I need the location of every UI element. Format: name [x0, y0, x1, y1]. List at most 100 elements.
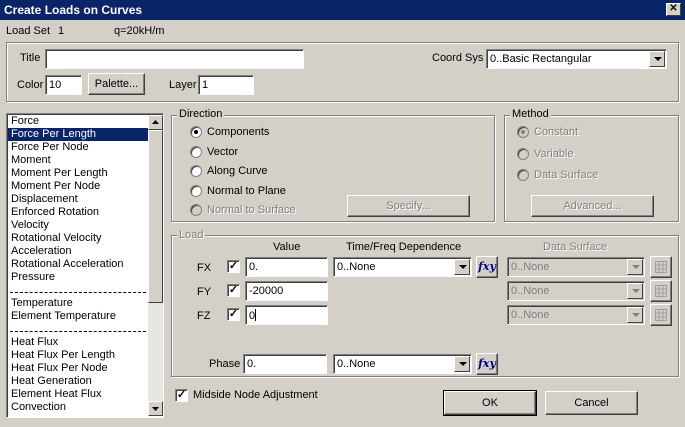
scroll-up-button[interactable]: [148, 115, 163, 130]
list-item[interactable]: Acceleration: [8, 245, 148, 258]
scroll-down-button[interactable]: [148, 401, 163, 416]
fx-checkbox[interactable]: ✓: [227, 260, 240, 273]
specify-button[interactable]: Specify...: [347, 195, 470, 217]
list-item[interactable]: Force: [8, 115, 148, 128]
list-item[interactable]: Element Temperature: [8, 310, 148, 323]
fx-function-button[interactable]: fxy: [476, 256, 498, 278]
list-item[interactable]: Force Per Node: [8, 141, 148, 154]
phase-time-value: 0..None: [337, 358, 376, 370]
list-item[interactable]: Enforced Rotation: [8, 206, 148, 219]
phase-label: Phase: [209, 358, 241, 370]
chevron-down-icon: [649, 51, 665, 67]
method-radio-2[interactable]: [517, 169, 529, 181]
direction-option-label: Vector: [207, 146, 239, 158]
list-item[interactable]: Element Heat Flux: [8, 388, 148, 401]
fz-label: FZ: [197, 310, 211, 322]
list-item[interactable]: Heat Flux: [8, 336, 148, 349]
method-option-label: Constant: [534, 126, 579, 138]
direction-option-label: Along Curve: [207, 165, 268, 177]
direction-radio-3[interactable]: [190, 185, 202, 197]
list-item[interactable]: Moment Per Node: [8, 180, 148, 193]
list-separator: [10, 323, 146, 332]
checkmark-icon: ✓: [228, 284, 239, 296]
fz-surface-value: 0..None: [511, 309, 550, 321]
fz-surface-table-button[interactable]: [650, 304, 672, 326]
close-icon: ✕: [669, 3, 678, 14]
list-item[interactable]: Heat Generation: [8, 375, 148, 388]
fy-surface-value: 0..None: [511, 285, 550, 297]
method-option-label: Data Surface: [534, 169, 599, 181]
fx-label: FX: [197, 262, 212, 274]
advanced-button[interactable]: Advanced...: [531, 195, 654, 217]
load-set-label: Load Set: [6, 25, 51, 37]
ok-button[interactable]: OK: [444, 391, 536, 415]
coord-sys-select[interactable]: 0..Basic Rectangular: [486, 49, 667, 69]
load-set-description: q=20kH/m: [114, 25, 165, 37]
col-header-data-surface: Data Surface: [543, 241, 608, 253]
coord-sys-value: 0..Basic Rectangular: [490, 53, 592, 65]
fx-time-value: 0..None: [337, 261, 376, 273]
phase-time-select[interactable]: 0..None: [333, 354, 472, 374]
title-bar: Create Loads on Curves: [0, 0, 685, 20]
method-radio-0[interactable]: [517, 126, 529, 138]
close-button[interactable]: ✕: [666, 3, 681, 16]
fx-surface-select[interactable]: 0..None: [507, 257, 645, 277]
list-item[interactable]: Displacement: [8, 193, 148, 206]
midside-label: Midside Node Adjustment: [193, 389, 318, 401]
palette-button[interactable]: Palette...: [88, 73, 145, 95]
color-label: Color: [17, 79, 44, 91]
method-group-label: Method: [510, 108, 551, 120]
fy-value-input[interactable]: -20000: [245, 281, 328, 301]
list-scrollbar[interactable]: [148, 115, 163, 416]
fy-surface-select[interactable]: 0..None: [507, 281, 645, 301]
phase-value-input[interactable]: 0.: [243, 354, 327, 374]
list-item[interactable]: Moment Per Length: [8, 167, 148, 180]
fy-surface-table-button[interactable]: [650, 280, 672, 302]
chevron-down-icon: [627, 259, 643, 275]
layer-label: Layer: [169, 79, 197, 91]
layer-input[interactable]: 1: [198, 75, 254, 95]
load-group-label: Load: [177, 229, 206, 241]
direction-radio-0[interactable]: [190, 126, 202, 138]
list-item[interactable]: Heat Flux Per Length: [8, 349, 148, 362]
direction-option-label: Components: [207, 126, 270, 138]
window-title: Create Loads on Curves: [4, 3, 143, 17]
scroll-thumb[interactable]: [148, 130, 163, 303]
color-input[interactable]: 10: [45, 75, 82, 95]
list-item[interactable]: Rotational Acceleration: [8, 258, 148, 271]
col-header-value: Value: [273, 241, 301, 253]
chevron-down-icon: [627, 283, 643, 299]
list-item[interactable]: Heat Flux Per Node: [8, 362, 148, 375]
direction-radio-4[interactable]: [190, 204, 202, 216]
fy-label: FY: [197, 286, 212, 298]
cancel-button[interactable]: Cancel: [545, 391, 638, 415]
arrow-down-icon: [152, 407, 159, 411]
table-icon: [655, 261, 667, 273]
list-item[interactable]: Temperature: [8, 297, 148, 310]
fz-value-input[interactable]: 0: [245, 305, 328, 325]
list-item[interactable]: Moment: [8, 154, 148, 167]
method-radio-1[interactable]: [517, 148, 529, 160]
fx-surface-table-button[interactable]: [650, 256, 672, 278]
fz-checkbox[interactable]: ✓: [227, 308, 240, 321]
list-item[interactable]: Velocity: [8, 219, 148, 232]
direction-radio-2[interactable]: [190, 165, 202, 177]
table-icon: [655, 285, 667, 297]
list-item[interactable]: Pressure: [8, 271, 148, 284]
list-item[interactable]: Force Per Length: [8, 128, 148, 141]
list-item[interactable]: Rotational Velocity: [8, 232, 148, 245]
title-input[interactable]: [45, 49, 304, 69]
method-option-label: Variable: [534, 148, 574, 160]
list-item[interactable]: Convection: [8, 401, 148, 414]
fx-time-select[interactable]: 0..None: [333, 257, 472, 277]
fx-value-input[interactable]: 0.: [245, 257, 328, 277]
fy-checkbox[interactable]: ✓: [227, 284, 240, 297]
table-icon: [655, 309, 667, 321]
fz-surface-select[interactable]: 0..None: [507, 305, 645, 325]
direction-radio-1[interactable]: [190, 146, 202, 158]
phase-function-button[interactable]: fxy: [476, 353, 498, 375]
title-label: Title: [20, 52, 41, 64]
load-type-list[interactable]: Force Force Per Length Force Per Node Momen…: [6, 113, 164, 418]
checkmark-icon: ✓: [228, 260, 239, 272]
midside-checkbox[interactable]: ✓: [175, 389, 188, 402]
